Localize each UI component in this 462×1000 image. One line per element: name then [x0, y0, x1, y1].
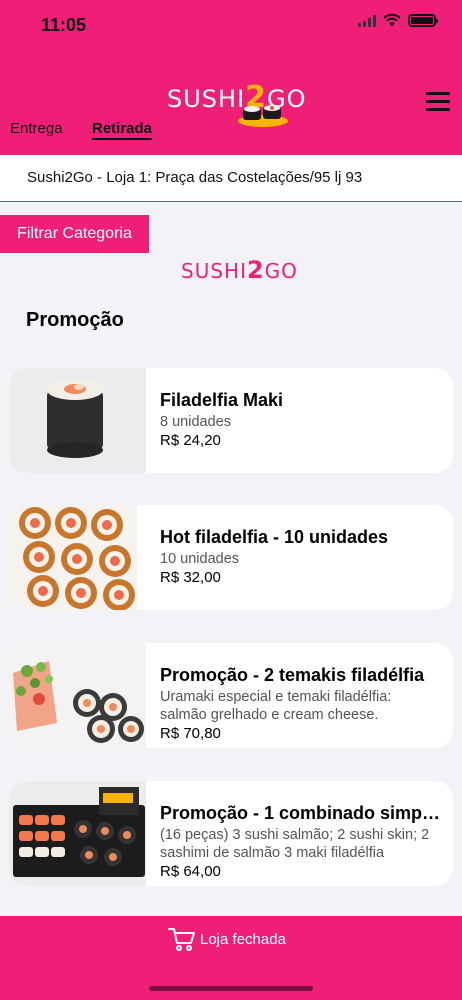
product-image [9, 505, 146, 610]
status-time: 11:05 [41, 15, 87, 35]
product-title: Promoção - 1 combinado simples [160, 803, 441, 823]
home-indicator[interactable] [149, 986, 313, 991]
product-image [9, 643, 146, 748]
tab-entrega[interactable]: Entrega [10, 120, 63, 137]
sushi-plate-icon [238, 105, 288, 127]
store-selector[interactable]: Sushi2Go - Loja 1: Praça das Costelações… [0, 155, 462, 202]
product-description: 10 unidades [160, 551, 240, 567]
product-title: Promoção - 2 temakis filadélfia [160, 665, 425, 685]
product-card[interactable]: Promoção - 1 combinado simples (16 peças… [9, 781, 453, 886]
cart-label: Loja fechada [200, 930, 286, 948]
product-image [9, 781, 146, 886]
product-description: (16 peças) 3 sushi salmão; 2 sushi skin;… [160, 827, 430, 861]
signal-icon [358, 14, 376, 27]
section-title: Promoção [26, 309, 124, 331]
wifi-icon [383, 14, 401, 27]
product-card[interactable]: Filadelfia Maki 8 unidades R$ 24,20 [9, 368, 453, 473]
bottom-bar: Loja fechada [0, 916, 462, 1000]
hamburger-menu-icon[interactable] [426, 92, 450, 112]
product-title: Filadelfia Maki [160, 390, 284, 410]
product-info: Filadelfia Maki 8 unidades R$ 24,20 [146, 368, 453, 473]
brand-logo-small: SUSHI2GO [181, 256, 298, 284]
product-card[interactable]: Promoção - 2 temakis filadélfia Uramaki … [9, 643, 453, 748]
status-bar: 11:05 [0, 0, 462, 50]
brand-logo: SUSHI2GO [165, 72, 306, 132]
product-description: Uramaki especial e temaki filadélfia: sa… [160, 689, 392, 723]
product-image [9, 368, 146, 473]
battery-icon [408, 14, 438, 27]
app-header: 11:05 SUSHI2GO Entrega Retirada [0, 0, 462, 155]
product-card[interactable]: Hot filadelfia - 10 unidades 10 unidades… [9, 505, 453, 610]
cart-icon [168, 928, 195, 951]
status-icons [358, 14, 438, 27]
product-price: R$ 64,00 [160, 863, 221, 880]
product-info: Hot filadelfia - 10 unidades 10 unidades… [146, 505, 453, 610]
filter-category-button[interactable]: Filtrar Categoria [0, 215, 149, 253]
store-label: Sushi2Go - Loja 1: Praça das Costelações… [27, 169, 363, 186]
product-info: Promoção - 2 temakis filadélfia Uramaki … [146, 643, 453, 748]
product-info: Promoção - 1 combinado simples (16 peças… [146, 781, 453, 886]
tab-retirada[interactable]: Retirada [92, 120, 153, 140]
product-price: R$ 70,80 [160, 725, 221, 742]
product-price: R$ 24,20 [160, 432, 221, 449]
cart-button[interactable]: Loja fechada [168, 926, 286, 952]
product-price: R$ 32,00 [160, 569, 221, 586]
product-description: 8 unidades [160, 414, 231, 430]
product-title: Hot filadelfia - 10 unidades [160, 527, 389, 547]
